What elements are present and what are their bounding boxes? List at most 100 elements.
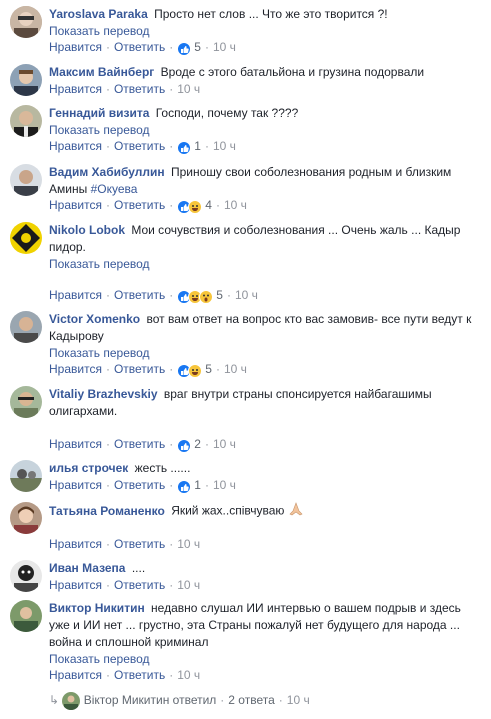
comment-body: Виктор Никитин недавно слушал ИИ интервь… bbox=[49, 600, 479, 668]
comment-actions: Нравится · Ответить · 2 · 10 ч bbox=[49, 437, 236, 453]
avatar[interactable] bbox=[10, 164, 42, 196]
like-button[interactable]: Нравится bbox=[49, 578, 102, 592]
comment-author[interactable]: Yaroslava Paraka bbox=[49, 7, 148, 21]
avatar[interactable] bbox=[10, 6, 42, 38]
timestamp[interactable]: 10 ч bbox=[177, 82, 200, 96]
like-button[interactable]: Нравится bbox=[49, 82, 102, 96]
avatar[interactable] bbox=[10, 222, 42, 254]
like-button[interactable]: Нравится bbox=[49, 40, 102, 54]
reaction-count: 5 bbox=[205, 362, 212, 376]
comment-actions: Нравится · Ответить · 5 · 10 ч bbox=[49, 40, 236, 56]
timestamp[interactable]: 10 ч bbox=[224, 362, 247, 376]
like-button[interactable]: Нравится bbox=[49, 437, 102, 451]
like-reaction-icon bbox=[177, 438, 192, 453]
timestamp[interactable]: 10 ч bbox=[177, 537, 200, 551]
comment-text: Вроде с этого батальйона и грузина подор… bbox=[160, 65, 425, 79]
avatar bbox=[62, 692, 81, 710]
comment-text: жесть ...... bbox=[134, 461, 191, 475]
comment-text: Який жах..співчуваю bbox=[171, 503, 285, 518]
comment-author[interactable]: Татьяна Романенко bbox=[49, 504, 165, 518]
show-translation-link[interactable]: Показать перевод bbox=[49, 23, 479, 40]
hashtag-link[interactable]: #Окуева bbox=[91, 182, 138, 196]
like-button[interactable]: Нравится bbox=[49, 668, 102, 682]
comment-author[interactable]: Nikolo Lobok bbox=[49, 223, 125, 237]
reply-count[interactable]: 2 ответа bbox=[228, 693, 274, 707]
comment-text: Просто нет слов ... Что же это творится … bbox=[154, 7, 388, 21]
reaction-count: 5 bbox=[216, 288, 223, 302]
like-button[interactable]: Нравится bbox=[49, 139, 102, 153]
reply-button[interactable]: Ответить bbox=[114, 578, 165, 592]
reactions[interactable] bbox=[177, 438, 192, 453]
timestamp[interactable]: 10 ч bbox=[177, 668, 200, 682]
like-button[interactable]: Нравится bbox=[49, 288, 102, 302]
reactions[interactable] bbox=[177, 363, 203, 378]
comment-author[interactable]: Victor Xomenko bbox=[49, 312, 140, 326]
reactions[interactable] bbox=[177, 199, 203, 214]
comment-author[interactable]: Максим Вайнберг bbox=[49, 65, 154, 79]
reaction-count: 1 bbox=[194, 478, 201, 492]
comment-author[interactable]: Вадим Хабибуллин bbox=[49, 165, 165, 179]
comment-author[interactable]: Vitaliy Brazhevskiy bbox=[49, 387, 158, 401]
reply-button[interactable]: Ответить bbox=[114, 40, 165, 54]
comment-body: Геннадий визита Господи, почему так ????… bbox=[49, 105, 479, 139]
like-button[interactable]: Нравится bbox=[49, 478, 102, 492]
comment-actions: Нравится · Ответить · 1 · 10 ч bbox=[49, 478, 236, 494]
comment-actions: Нравится · Ответить · 10 ч bbox=[49, 82, 201, 96]
reaction-count: 2 bbox=[194, 437, 201, 451]
avatar[interactable] bbox=[10, 311, 42, 343]
comment-text: Господи, почему так ???? bbox=[155, 106, 299, 120]
reply-button[interactable]: Ответить bbox=[114, 288, 165, 302]
reply-button[interactable]: Ответить bbox=[114, 478, 165, 492]
reactions[interactable] bbox=[177, 289, 214, 304]
comment-author[interactable]: Иван Мазепа bbox=[49, 561, 125, 575]
reactions[interactable] bbox=[177, 41, 192, 56]
timestamp[interactable]: 10 ч bbox=[213, 139, 236, 153]
avatar[interactable] bbox=[10, 64, 42, 96]
timestamp[interactable]: 10 ч bbox=[213, 40, 236, 54]
comment-body: Татьяна Романенко Який жах..співчуваю bbox=[49, 502, 479, 521]
comment-actions: Нравится · Ответить · 10 ч bbox=[49, 668, 201, 682]
reply-button[interactable]: Ответить bbox=[114, 668, 165, 682]
comment-author[interactable]: Геннадий визита bbox=[49, 106, 149, 120]
reactions[interactable] bbox=[177, 479, 192, 494]
reply-author[interactable]: Віктор Микитин bbox=[84, 693, 170, 707]
reply-button[interactable]: Ответить bbox=[114, 537, 165, 551]
show-translation-link[interactable]: Показать перевод bbox=[49, 651, 479, 668]
comment-author[interactable]: Виктор Никитин bbox=[49, 601, 145, 615]
show-translation-link[interactable]: Показать перевод bbox=[49, 345, 479, 362]
timestamp: 10 ч bbox=[286, 693, 310, 708]
comment-body: Nikolo Lobok Мои сочувствия и соболезнов… bbox=[49, 222, 479, 273]
reactions[interactable] bbox=[177, 140, 192, 155]
reply-button[interactable]: Ответить bbox=[114, 198, 165, 212]
avatar[interactable] bbox=[10, 460, 42, 492]
comment-actions: Нравится · Ответить · 1 · 10 ч bbox=[49, 139, 236, 155]
avatar[interactable] bbox=[10, 502, 42, 534]
avatar[interactable] bbox=[10, 600, 42, 632]
show-translation-link[interactable]: Показать перевод bbox=[49, 256, 479, 273]
timestamp[interactable]: 10 ч bbox=[213, 478, 236, 492]
like-reaction-icon bbox=[177, 140, 192, 155]
like-button[interactable]: Нравится bbox=[49, 537, 102, 551]
reply-button[interactable]: Ответить bbox=[114, 82, 165, 96]
reply-arrow-icon: ↳ bbox=[49, 693, 60, 708]
view-replies-link[interactable]: ↳ Віктор Микитин ответил · 2 ответа · 10 ч bbox=[49, 692, 310, 710]
comment-author[interactable]: илья строчек bbox=[49, 461, 128, 475]
comment-body: Victor Xomenko вот вам ответ на вопрос к… bbox=[49, 311, 479, 362]
praying-hands-icon bbox=[288, 502, 304, 521]
timestamp[interactable]: 10 ч bbox=[235, 288, 258, 302]
avatar[interactable] bbox=[10, 386, 42, 418]
comment-body: Максим Вайнберг Вроде с этого батальйона… bbox=[49, 64, 479, 81]
comment-actions: Нравится · Ответить · 4 · 10 ч bbox=[49, 198, 247, 214]
timestamp[interactable]: 10 ч bbox=[224, 198, 247, 212]
reply-button[interactable]: Ответить bbox=[114, 362, 165, 376]
show-translation-link[interactable]: Показать перевод bbox=[49, 122, 479, 139]
reply-button[interactable]: Ответить bbox=[114, 437, 165, 451]
timestamp[interactable]: 10 ч bbox=[213, 437, 236, 451]
comment-body: Vitaliy Brazhevskiy враг внутри страны с… bbox=[49, 386, 479, 420]
like-button[interactable]: Нравится bbox=[49, 362, 102, 376]
avatar[interactable] bbox=[10, 105, 42, 137]
reply-button[interactable]: Ответить bbox=[114, 139, 165, 153]
timestamp[interactable]: 10 ч bbox=[177, 578, 200, 592]
avatar[interactable] bbox=[10, 560, 42, 592]
like-button[interactable]: Нравится bbox=[49, 198, 102, 212]
